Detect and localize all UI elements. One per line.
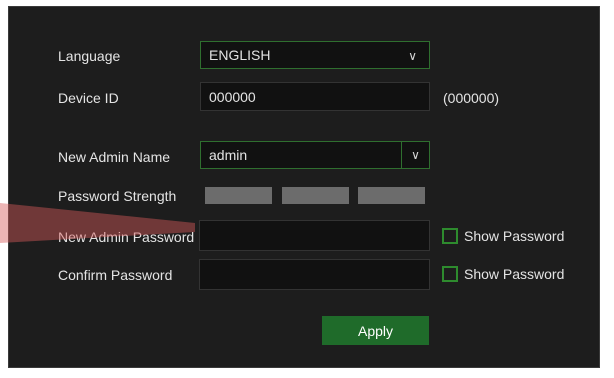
confirm-password-input[interactable] [199,259,430,290]
strength-bar-weak [205,187,272,204]
chevron-down-icon: ∨ [411,148,420,162]
admin-password-label: New Admin Password [58,229,195,245]
setup-panel: Language ENGLISH ∨ Device ID 000000 (000… [8,6,600,368]
apply-button[interactable]: Apply [322,316,429,345]
admin-name-label: New Admin Name [58,149,171,165]
password-strength-label: Password Strength [58,188,177,204]
device-id-hint: (000000) [443,90,500,106]
device-id-value: 000000 [209,88,256,105]
confirm-password-label: Confirm Password [58,267,173,283]
device-id-input[interactable]: 000000 [200,82,430,111]
show-password-label: Show Password [464,228,565,244]
language-value: ENGLISH [209,47,271,63]
show-password-checkbox[interactable] [442,228,458,244]
language-label: Language [58,48,121,64]
admin-name-select[interactable]: admin ∨ [200,141,430,169]
device-id-label: Device ID [58,90,119,106]
show-confirm-password-label: Show Password [464,266,565,282]
chevron-down-icon: ∨ [408,49,417,63]
strength-bar-strong [358,187,425,204]
admin-name-dropdown-button[interactable]: ∨ [401,142,429,168]
strength-bar-medium [282,187,349,204]
show-confirm-password-checkbox[interactable] [442,266,458,282]
admin-password-input[interactable] [199,220,430,251]
admin-name-value: admin [209,147,248,163]
language-select[interactable]: ENGLISH ∨ [200,41,430,69]
